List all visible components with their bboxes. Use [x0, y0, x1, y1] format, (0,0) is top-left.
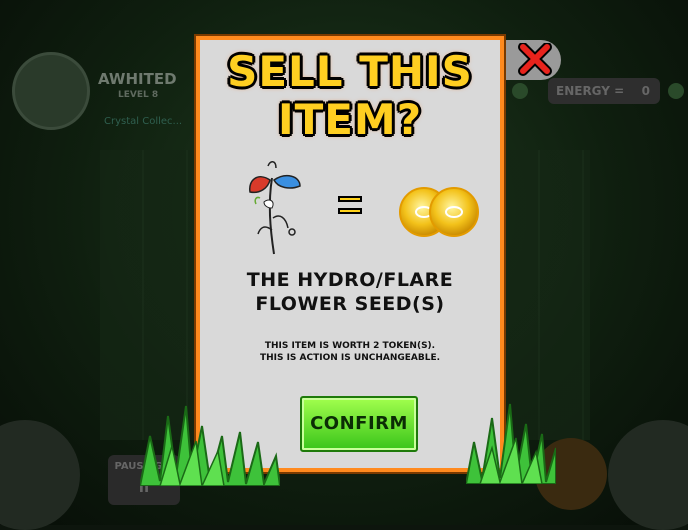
player-level: LEVEL 8 — [118, 90, 159, 100]
dialog-title: SELL THIS ITEM? — [200, 48, 500, 144]
sell-note: THIS ITEM IS WORTH 2 TOKEN(S). THIS IS A… — [200, 340, 500, 364]
close-x-icon — [518, 43, 552, 76]
dialog-title-line1: SELL THIS — [227, 47, 473, 96]
sell-note-line2: THIS IS ACTION IS UNCHANGEABLE. — [259, 353, 441, 363]
add-energy-icon — [668, 83, 684, 99]
energy-counter: ENERGY = 0 — [548, 78, 660, 104]
equals-icon — [338, 196, 362, 216]
token-coins — [399, 187, 479, 237]
grass-decoration-left — [140, 405, 280, 486]
item-name: THE HYDRO/FLARE FLOWER SEED(S) — [200, 268, 500, 316]
confirm-label: CONFIRM — [310, 413, 408, 434]
dialog-title-line2: ITEM? — [277, 95, 423, 144]
close-button[interactable] — [505, 40, 561, 80]
player-avatar — [12, 52, 90, 130]
token-coin-icon — [429, 187, 479, 237]
grass-decoration-right — [466, 403, 556, 484]
add-icon — [512, 83, 528, 99]
item-name-line1: THE HYDRO/FLARE — [246, 269, 454, 291]
player-name: AWHITED — [98, 70, 177, 88]
item-name-line2: FLOWER SEED(S) — [255, 293, 445, 315]
confirm-button[interactable]: CONFIRM — [300, 396, 418, 452]
energy-value: 0 — [641, 84, 650, 98]
energy-label: ENERGY = — [556, 84, 625, 98]
sell-note-line1: THIS ITEM IS WORTH 2 TOKEN(S). — [264, 341, 436, 351]
player-subtitle: Crystal Collec... — [104, 116, 183, 127]
flower-seed-icon — [249, 161, 301, 255]
